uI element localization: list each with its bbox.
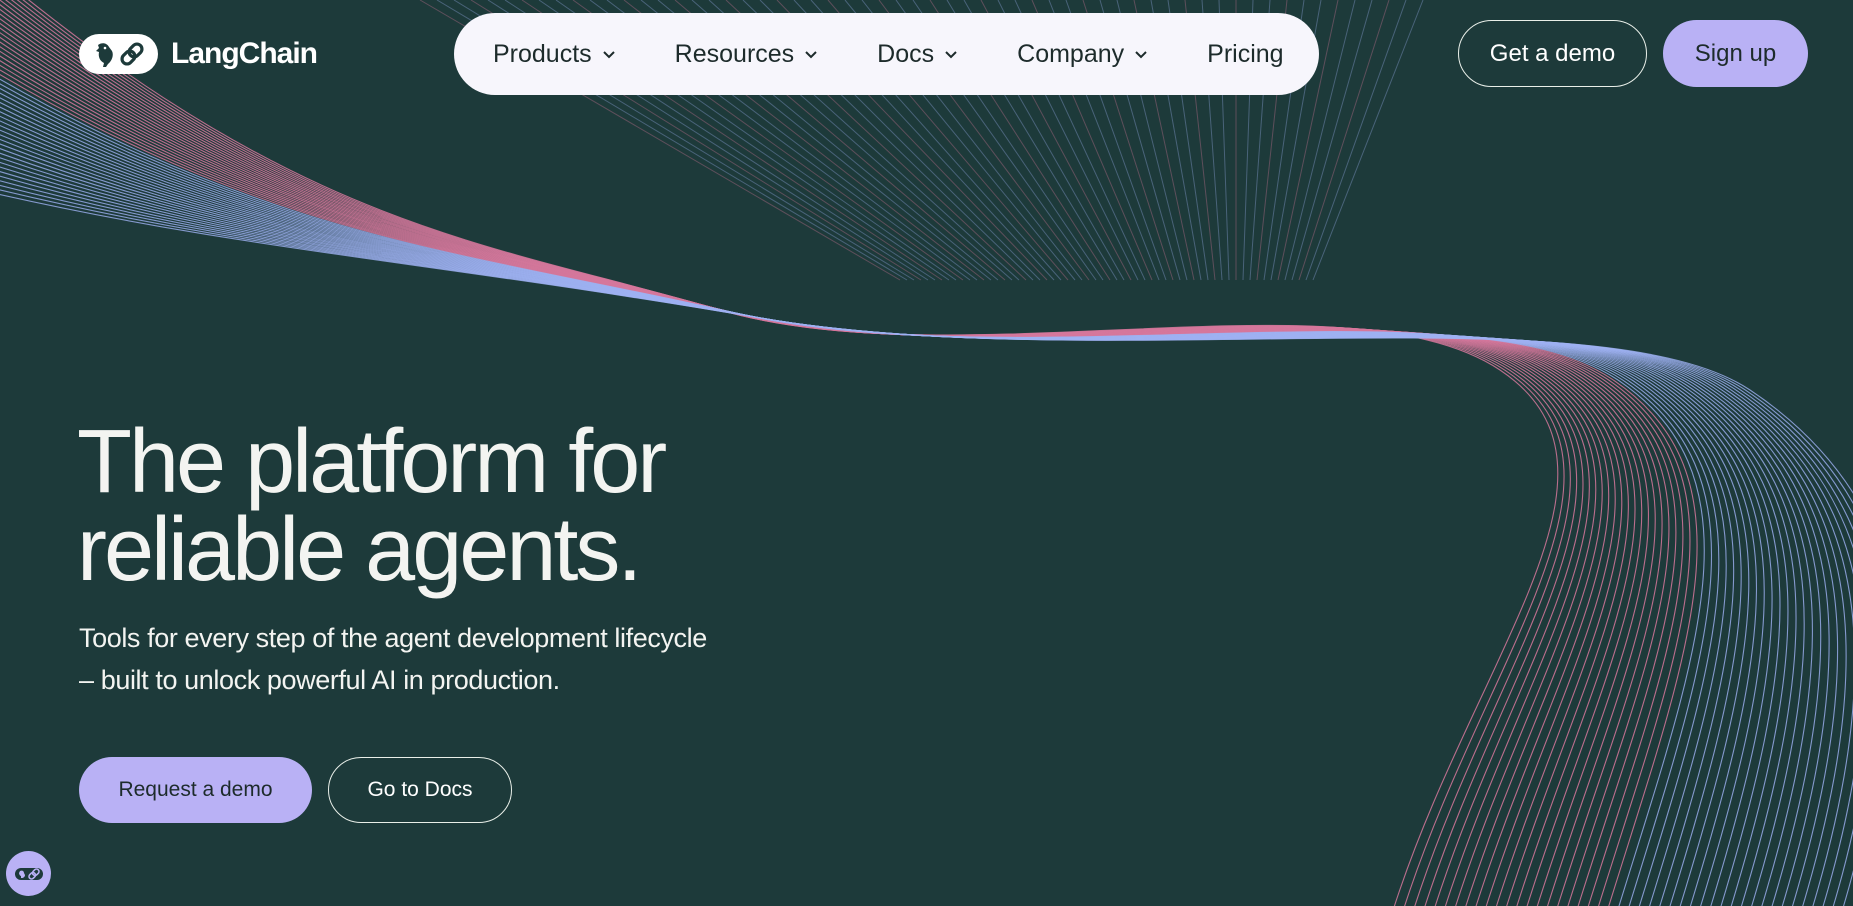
chevron-down-icon <box>602 51 615 59</box>
get-demo-button[interactable]: Get a demo <box>1458 20 1647 87</box>
nav-item-products[interactable]: Products <box>493 40 617 69</box>
nav-item-docs[interactable]: Docs <box>877 40 959 69</box>
chevron-down-icon <box>945 51 957 59</box>
hero-subtitle: Tools for every step of the agent develo… <box>79 617 779 701</box>
nav-item-resources[interactable]: Resources <box>675 40 820 69</box>
hero-title-line: The platform for <box>77 412 667 512</box>
logo-link[interactable]: LangChain <box>79 34 318 74</box>
nav-item-pricing[interactable]: Pricing <box>1207 40 1283 69</box>
go-to-docs-button[interactable]: Go to Docs <box>328 757 512 823</box>
parrot-link-icon <box>14 867 43 880</box>
nav-item-label: Pricing <box>1207 39 1284 68</box>
hero-subtitle-line: Tools for every step of the agent develo… <box>79 623 707 653</box>
nav-item-label: Company <box>1017 39 1125 68</box>
parrot-link-icon <box>79 34 158 74</box>
nav-item-company[interactable]: Company <box>1017 40 1149 69</box>
request-demo-button[interactable]: Request a demo <box>79 757 312 823</box>
chevron-down-icon <box>805 51 817 59</box>
nav-item-label: Products <box>493 39 592 68</box>
hero-subtitle-line: – built to unlock powerful AI in product… <box>79 665 560 695</box>
nav-item-label: Resources <box>674 39 795 68</box>
chat-widget-button[interactable] <box>6 851 51 896</box>
sign-up-button[interactable]: Sign up <box>1663 20 1808 87</box>
main-nav: Products Resources Docs Company Pricing <box>454 13 1319 95</box>
hero-title: The platform for reliable agents. <box>77 417 837 595</box>
brand-name: LangChain <box>171 37 318 70</box>
nav-item-label: Docs <box>877 39 935 68</box>
chevron-down-icon <box>1135 51 1147 59</box>
hero-title-line: reliable agents. <box>77 500 642 600</box>
landing-page: LangChain Products Resources Docs Compan… <box>0 0 1853 906</box>
